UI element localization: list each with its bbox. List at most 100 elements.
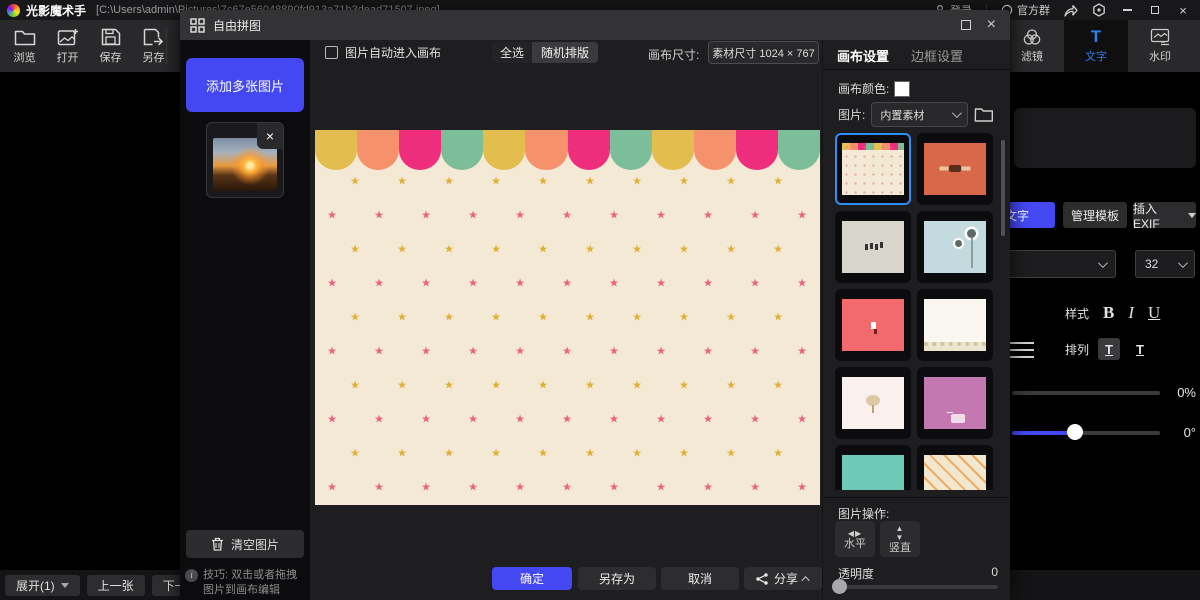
star-glyph: ★ bbox=[397, 381, 407, 392]
template-teal-solid[interactable] bbox=[835, 445, 911, 490]
flip-horizontal-button[interactable]: ◀▶ 水平 bbox=[835, 521, 875, 557]
star-glyph: ★ bbox=[703, 483, 713, 494]
trash-icon bbox=[211, 537, 224, 551]
template-preview bbox=[842, 455, 904, 490]
tab-watermark[interactable]: 水印 bbox=[1128, 20, 1192, 72]
previous-image-button[interactable]: 上一张 bbox=[87, 575, 145, 596]
minimize-button[interactable] bbox=[1120, 2, 1134, 18]
template-coral-figure[interactable] bbox=[835, 289, 911, 361]
star-glyph: ★ bbox=[797, 211, 807, 222]
star-glyph: ★ bbox=[327, 347, 337, 358]
star-glyph: ★ bbox=[585, 449, 595, 460]
chevron-down-icon bbox=[1098, 258, 1108, 268]
template-blue-dandelion[interactable] bbox=[917, 211, 993, 283]
underline-button[interactable]: U bbox=[1148, 303, 1160, 323]
opacity-slider[interactable] bbox=[838, 585, 998, 589]
template-white-lace[interactable] bbox=[917, 289, 993, 361]
star-glyph: ★ bbox=[397, 245, 407, 256]
star-glyph: ★ bbox=[491, 381, 501, 392]
star-glyph: ★ bbox=[750, 415, 760, 426]
separator bbox=[823, 69, 1011, 70]
star-glyph: ★ bbox=[468, 211, 478, 222]
template-preview bbox=[924, 143, 986, 195]
checkbox-unchecked[interactable] bbox=[325, 46, 338, 59]
auto-enter-canvas-option[interactable]: 图片自动进入画布 bbox=[325, 44, 441, 61]
star-glyph: ★ bbox=[750, 347, 760, 358]
collage-canvas[interactable]: ★★★★★★★★★★★★★★★★★★★★★★★★★★★★★★★★★★★★★★★★… bbox=[315, 130, 820, 505]
star-glyph: ★ bbox=[773, 381, 783, 392]
scrollbar-thumb[interactable] bbox=[1001, 140, 1005, 236]
star-glyph: ★ bbox=[585, 245, 595, 256]
italic-button[interactable]: I bbox=[1128, 303, 1134, 323]
maximize-button[interactable] bbox=[1148, 2, 1162, 18]
settings-tabs: 画布设置 边框设置 bbox=[837, 46, 963, 71]
bold-button[interactable]: B bbox=[1103, 303, 1114, 323]
template-orchid-basket[interactable] bbox=[917, 367, 993, 439]
expand-button[interactable]: 展开(1) bbox=[5, 575, 80, 596]
template-preview bbox=[924, 299, 986, 351]
random-layout-button[interactable]: 随机排版 bbox=[532, 42, 598, 63]
percent-slider[interactable] bbox=[1012, 391, 1160, 395]
cats-decoration bbox=[865, 244, 868, 250]
template-gray-cats[interactable] bbox=[835, 211, 911, 283]
opacity-value: 0 bbox=[991, 565, 998, 582]
share-button[interactable] bbox=[1064, 2, 1078, 18]
browse-button[interactable]: 浏览 bbox=[6, 23, 43, 69]
folder-open-button[interactable] bbox=[974, 107, 994, 123]
template-polka-dot-scallop[interactable] bbox=[835, 133, 911, 205]
info-icon: i bbox=[185, 569, 198, 582]
canvas-size-select[interactable]: 素材尺寸 1024 × 767 bbox=[708, 41, 819, 64]
font-size-select[interactable]: 32 bbox=[1135, 250, 1195, 278]
tab-border-settings[interactable]: 边框设置 bbox=[911, 46, 963, 71]
cancel-button[interactable]: 取消 bbox=[661, 567, 739, 590]
star-glyph: ★ bbox=[726, 313, 736, 324]
scallop bbox=[778, 130, 820, 170]
image-ops-label: 图片操作: bbox=[838, 505, 889, 522]
flip-vertical-button[interactable]: ▲▼ 竖直 bbox=[880, 521, 920, 557]
image-list-item[interactable]: × bbox=[206, 122, 284, 198]
template-carrot-pattern[interactable] bbox=[917, 445, 993, 490]
dialog-header[interactable]: 自由拼图 × bbox=[180, 10, 1010, 40]
text-vertical-button[interactable]: T bbox=[1129, 338, 1151, 360]
dialog-close-button[interactable]: × bbox=[987, 17, 996, 33]
remove-image-button[interactable]: × bbox=[257, 123, 283, 149]
star-glyph: ★ bbox=[491, 449, 501, 460]
opacity-slider-handle[interactable] bbox=[832, 579, 847, 594]
carrots-decoration bbox=[924, 455, 986, 490]
star-glyph: ★ bbox=[562, 347, 572, 358]
canvas-color-swatch[interactable] bbox=[894, 81, 910, 97]
text-horizontal-button[interactable]: T bbox=[1098, 338, 1120, 360]
chevron-down-icon bbox=[1178, 258, 1188, 268]
star-glyph: ★ bbox=[679, 245, 689, 256]
manage-templates-button[interactable]: 管理模板 bbox=[1063, 202, 1127, 228]
star-glyph: ★ bbox=[632, 381, 642, 392]
open-button[interactable]: 打开 bbox=[49, 23, 86, 69]
star-glyph: ★ bbox=[327, 279, 337, 290]
star-glyph: ★ bbox=[491, 313, 501, 324]
image-plus-icon bbox=[57, 28, 79, 46]
rotation-value: 0° bbox=[1160, 425, 1196, 440]
ok-button[interactable]: 确定 bbox=[492, 567, 572, 590]
save-button[interactable]: 保存 bbox=[92, 23, 129, 69]
percent-value: 0% bbox=[1160, 385, 1196, 400]
insert-exif-button[interactable]: 插入EXIF bbox=[1133, 202, 1196, 228]
tab-canvas-settings[interactable]: 画布设置 bbox=[837, 46, 889, 71]
star-glyph: ★ bbox=[656, 279, 666, 290]
settings-button[interactable] bbox=[1092, 2, 1106, 18]
save-as-button-dialog[interactable]: 另存为 bbox=[578, 567, 656, 590]
select-all-button[interactable]: 全选 bbox=[492, 42, 532, 63]
share-button-dialog[interactable]: 分享 bbox=[744, 567, 822, 590]
clear-images-button[interactable]: 清空图片 bbox=[186, 530, 304, 558]
close-button[interactable]: × bbox=[1176, 2, 1190, 18]
star-glyph: ★ bbox=[679, 381, 689, 392]
add-images-button[interactable]: 添加多张图片 bbox=[186, 58, 304, 112]
image-source-select[interactable]: 内置素材 bbox=[871, 102, 968, 127]
template-terracotta-camera[interactable] bbox=[917, 133, 993, 205]
rotation-slider-handle[interactable] bbox=[1067, 424, 1083, 440]
star-glyph: ★ bbox=[656, 347, 666, 358]
tab-text[interactable]: T 文字 bbox=[1064, 20, 1128, 72]
dialog-maximize-button[interactable] bbox=[961, 20, 971, 30]
align-lines-icon[interactable] bbox=[1008, 342, 1034, 358]
template-pink-tree[interactable] bbox=[835, 367, 911, 439]
star-glyph: ★ bbox=[632, 245, 642, 256]
